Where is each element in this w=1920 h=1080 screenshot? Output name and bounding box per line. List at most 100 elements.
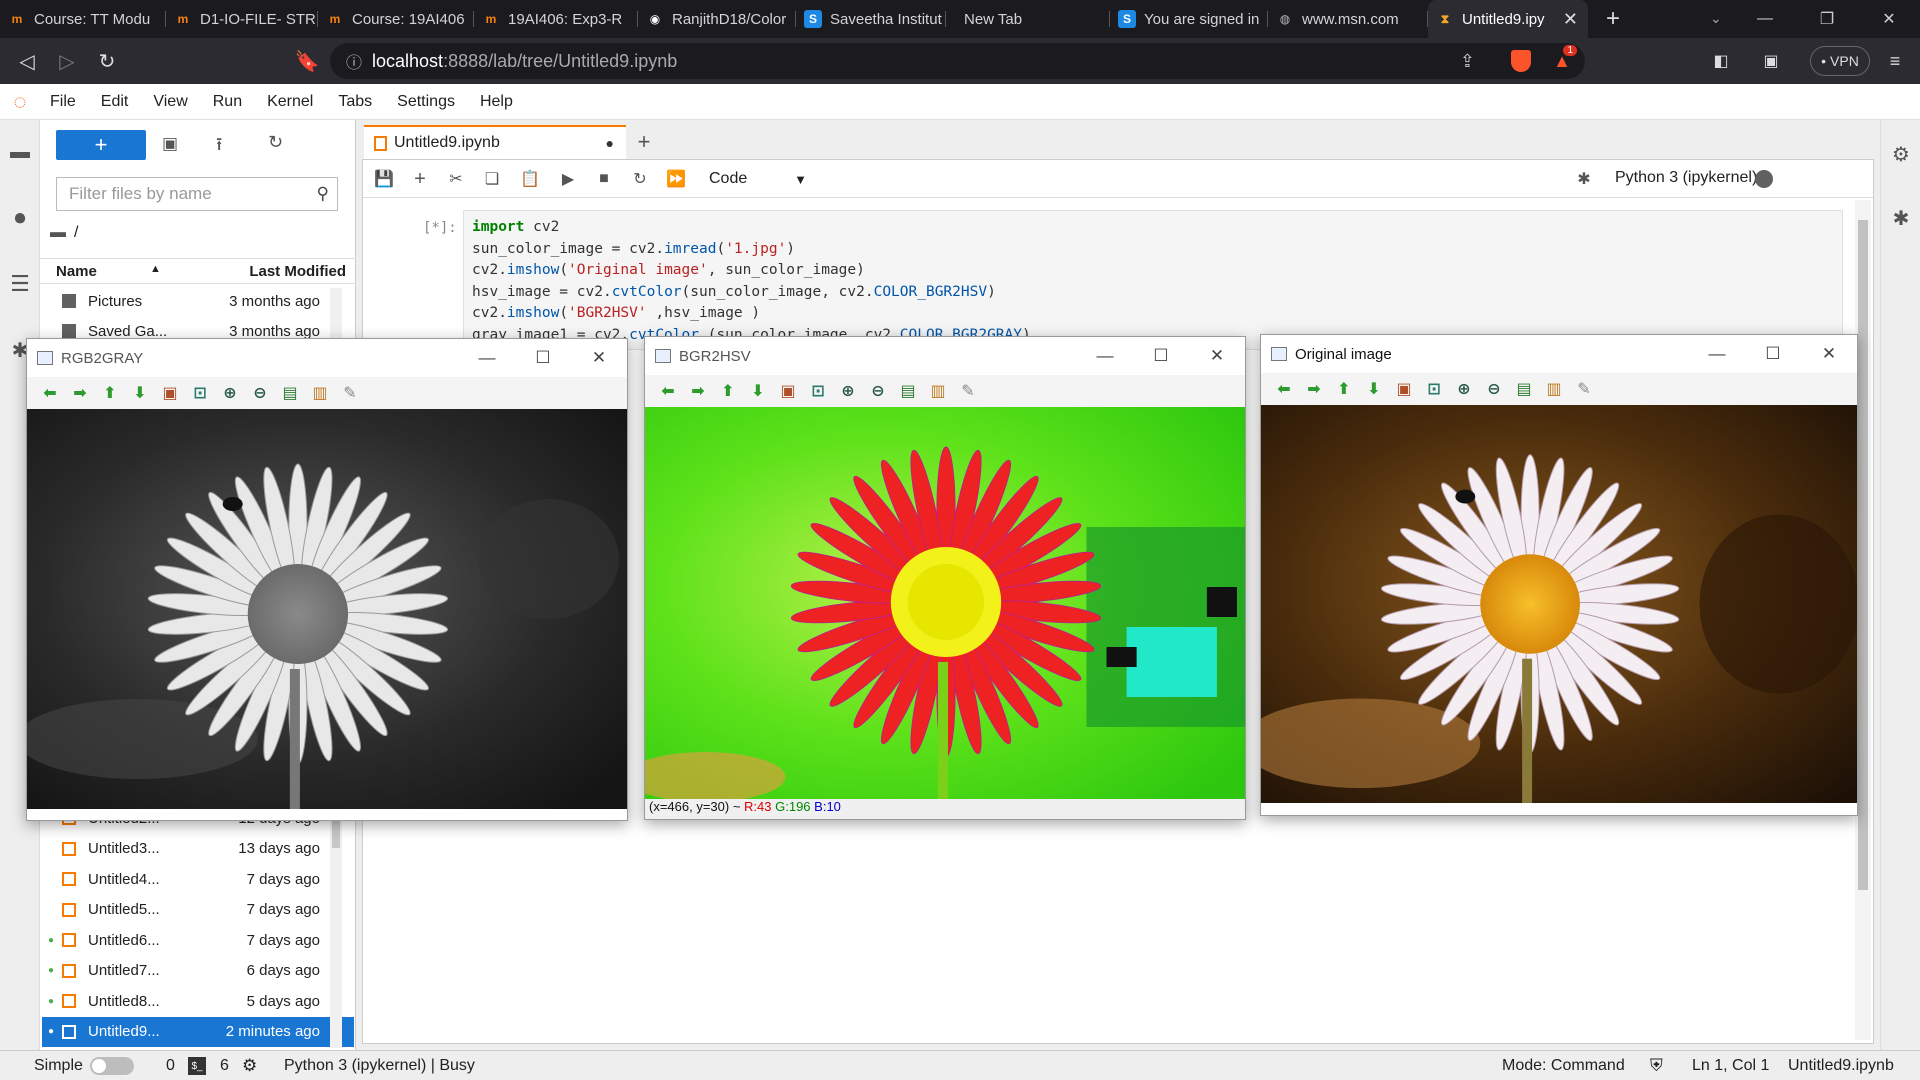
browser-tab[interactable]: New Tab bbox=[946, 0, 1110, 38]
browser-tab[interactable]: S You are signed in bbox=[1110, 0, 1268, 38]
close-button[interactable]: ✕ bbox=[1801, 335, 1857, 373]
browser-tab[interactable]: ⧗ Untitled9.ipy ✕ bbox=[1428, 0, 1588, 38]
clipboard-icon[interactable]: ▥ bbox=[305, 381, 335, 405]
image-icon[interactable]: ▣ bbox=[155, 381, 185, 405]
opencv-window-original[interactable]: Original image — ☐ ✕ ⬅ ➡ ⬆ ⬇ ▣ ⊡ ⊕ ⊖ ▤ ▥ ✎ bbox=[1260, 334, 1858, 816]
kernel-status[interactable]: Python 3 (ipykernel) | Busy bbox=[284, 1057, 475, 1075]
settings-brush-icon[interactable]: ✎ bbox=[335, 381, 365, 405]
zoom-in-icon[interactable]: ⊕ bbox=[833, 379, 863, 403]
file-row[interactable]: ● Untitled6... 7 days ago bbox=[42, 925, 354, 955]
opencv-window-gray[interactable]: RGB2GRAY — ☐ ✕ ⬅ ➡ ⬆ ⬇ ▣ ⊡ ⊕ ⊖ ▤ ▥ ✎ bbox=[26, 338, 628, 821]
menu-help[interactable]: Help bbox=[480, 93, 513, 111]
image-icon[interactable]: ▣ bbox=[773, 379, 803, 403]
copy-icon[interactable]: ❏ bbox=[481, 168, 503, 190]
opencv-window-hsv[interactable]: BGR2HSV — ☐ ✕ ⬅ ➡ ⬆ ⬇ ▣ ⊡ ⊕ ⊖ ▤ ▥ ✎ (x=466, y=30) ~ … bbox=[644, 336, 1246, 820]
new-folder-icon[interactable]: ▣ bbox=[162, 134, 178, 154]
vpn-button[interactable]: • VPN bbox=[1810, 46, 1870, 76]
zoom-fit-icon[interactable]: ⊡ bbox=[185, 381, 215, 405]
arrow-left-icon[interactable]: ⬅ bbox=[35, 381, 65, 405]
close-button[interactable]: ✕ bbox=[571, 339, 627, 377]
back-button[interactable]: ◁ bbox=[12, 46, 42, 76]
share-icon[interactable]: ⇪ bbox=[1460, 51, 1475, 72]
column-name-header[interactable]: Name bbox=[56, 263, 97, 280]
cursor-position[interactable]: Ln 1, Col 1 bbox=[1692, 1057, 1769, 1075]
save-icon[interactable]: ▤ bbox=[275, 381, 305, 405]
menu-tabs[interactable]: Tabs bbox=[338, 93, 372, 111]
minimize-button[interactable]: — bbox=[1077, 337, 1133, 375]
save-icon[interactable]: 💾 bbox=[373, 168, 395, 190]
cut-icon[interactable]: ✂ bbox=[445, 168, 467, 190]
close-button[interactable]: ✕ bbox=[1189, 337, 1245, 375]
arrow-up-icon[interactable]: ⬆ bbox=[713, 379, 743, 403]
breadcrumb[interactable]: ▬ / bbox=[50, 224, 78, 242]
stop-icon[interactable]: ■ bbox=[593, 168, 615, 190]
column-modified-header[interactable]: Last Modified bbox=[249, 263, 346, 280]
file-row[interactable]: ● Untitled9... 2 minutes ago bbox=[42, 1016, 354, 1047]
paste-icon[interactable]: 📋 bbox=[519, 168, 541, 190]
site-info-icon[interactable]: ⓘ bbox=[346, 49, 362, 73]
menu-view[interactable]: View bbox=[153, 93, 187, 111]
hsv-image[interactable] bbox=[645, 407, 1245, 801]
browser-tab[interactable]: m 19AI406: Exp3-R bbox=[474, 0, 638, 38]
simple-mode-toggle[interactable] bbox=[90, 1057, 134, 1075]
arrow-down-icon[interactable]: ⬇ bbox=[1359, 377, 1389, 401]
browser-tab[interactable]: S Saveetha Institut bbox=[796, 0, 946, 38]
file-row[interactable]: Untitled5... 7 days ago bbox=[42, 895, 354, 925]
grayscale-image[interactable] bbox=[27, 409, 627, 809]
close-tab-icon[interactable]: ✕ bbox=[1563, 9, 1578, 30]
file-row[interactable]: ● Untitled7... 6 days ago bbox=[42, 956, 354, 986]
clipboard-icon[interactable]: ▥ bbox=[923, 379, 953, 403]
original-image[interactable] bbox=[1261, 405, 1857, 803]
file-row[interactable]: Pictures 3 months ago bbox=[42, 286, 354, 316]
minimize-button[interactable]: — bbox=[459, 339, 515, 377]
kernel-icon[interactable]: ⚙ bbox=[242, 1056, 257, 1076]
browser-menu-icon[interactable]: ≡ bbox=[1880, 46, 1910, 76]
forward-button[interactable]: ▷ bbox=[52, 46, 82, 76]
run-icon[interactable]: ▶ bbox=[557, 168, 579, 190]
add-cell-icon[interactable]: + bbox=[409, 168, 431, 190]
arrow-right-icon[interactable]: ➡ bbox=[683, 379, 713, 403]
save-icon[interactable]: ▤ bbox=[893, 379, 923, 403]
browser-tab[interactable]: m Course: 19AI406 bbox=[318, 0, 474, 38]
browser-tab[interactable]: ◉ RanjithD18/Color bbox=[638, 0, 796, 38]
arrow-down-icon[interactable]: ⬇ bbox=[743, 379, 773, 403]
zoom-fit-icon[interactable]: ⊡ bbox=[803, 379, 833, 403]
new-launcher-button[interactable]: + bbox=[56, 130, 146, 160]
folder-icon[interactable]: ▬ bbox=[8, 140, 32, 164]
tab-notebook[interactable]: Untitled9.ipynb ● bbox=[364, 125, 626, 159]
browser-tab[interactable]: m D1-IO-FILE- STRE bbox=[166, 0, 318, 38]
code-cell[interactable]: import cv2 sun_color_image = cv2.imread('… bbox=[463, 210, 1843, 350]
zoom-out-icon[interactable]: ⊖ bbox=[1479, 377, 1509, 401]
zoom-fit-icon[interactable]: ⊡ bbox=[1419, 377, 1449, 401]
image-icon[interactable]: ▣ bbox=[1389, 377, 1419, 401]
cell-type-select[interactable]: Code ▼ bbox=[709, 168, 809, 190]
url-field[interactable]: ⓘ localhost:8888/lab/tree/Untitled9.ipyn… bbox=[330, 43, 1585, 79]
settings-brush-icon[interactable]: ✎ bbox=[1569, 377, 1599, 401]
property-inspector-icon[interactable]: ⚙ bbox=[1889, 142, 1913, 166]
minimize-button[interactable]: — bbox=[1689, 335, 1745, 373]
maximize-button[interactable]: ☐ bbox=[1133, 337, 1189, 375]
terminal-icon[interactable]: $_ bbox=[188, 1057, 206, 1075]
menu-settings[interactable]: Settings bbox=[397, 93, 455, 111]
menu-kernel[interactable]: Kernel bbox=[267, 93, 313, 111]
sidebar-toggle-icon[interactable]: ◧ bbox=[1706, 46, 1736, 76]
menu-run[interactable]: Run bbox=[213, 93, 242, 111]
arrow-down-icon[interactable]: ⬇ bbox=[125, 381, 155, 405]
arrow-left-icon[interactable]: ⬅ bbox=[653, 379, 683, 403]
file-filter-input[interactable]: Filter files by name ⚲ bbox=[56, 177, 338, 211]
unsaved-dot-icon[interactable]: ● bbox=[606, 135, 614, 151]
menu-edit[interactable]: Edit bbox=[101, 93, 129, 111]
file-row[interactable]: Untitled3... 13 days ago bbox=[42, 834, 354, 864]
settings-brush-icon[interactable]: ✎ bbox=[953, 379, 983, 403]
arrow-right-icon[interactable]: ➡ bbox=[1299, 377, 1329, 401]
zoom-out-icon[interactable]: ⊖ bbox=[863, 379, 893, 403]
maximize-button[interactable]: ❐ bbox=[1796, 0, 1858, 38]
bookmark-icon[interactable]: 🔖 bbox=[292, 46, 322, 76]
reload-button[interactable]: ↻ bbox=[92, 46, 122, 76]
browser-tab[interactable]: m Course: TT Modu bbox=[0, 0, 166, 38]
zoom-in-icon[interactable]: ⊕ bbox=[1449, 377, 1479, 401]
arrow-right-icon[interactable]: ➡ bbox=[65, 381, 95, 405]
file-row[interactable]: ● Untitled8... 5 days ago bbox=[42, 986, 354, 1016]
minimize-button[interactable]: — bbox=[1734, 0, 1796, 38]
debugger-icon[interactable]: ✱ bbox=[1889, 206, 1913, 230]
